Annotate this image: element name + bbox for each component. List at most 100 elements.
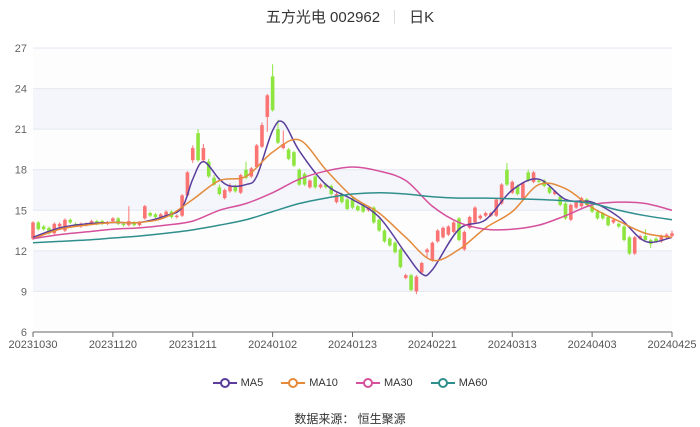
candle-down <box>606 217 610 226</box>
data-source: 数据来源： 恒生聚源 <box>294 412 406 426</box>
candle-down <box>505 169 509 185</box>
candle-down <box>616 223 621 227</box>
x-tick-label: 20231211 <box>169 339 217 351</box>
legend-line-circle-icon <box>355 378 380 388</box>
y-tick-label: 9 <box>21 286 27 298</box>
legend-label: MA30 <box>383 377 413 389</box>
candle-down <box>153 214 158 218</box>
y-tick-label: 18 <box>15 165 27 177</box>
candle-down <box>196 133 200 161</box>
candle-down <box>276 129 280 143</box>
candle-down <box>302 173 307 185</box>
candle-up <box>521 183 525 199</box>
candle-up <box>308 180 312 188</box>
candle-up <box>670 233 674 236</box>
candle-down <box>345 199 349 209</box>
candle-up <box>478 215 483 219</box>
legend-item-ma10[interactable]: MA10 <box>281 377 338 389</box>
legend-item-ma5[interactable]: MA5 <box>212 377 264 389</box>
legend-line-circle-icon <box>281 378 306 388</box>
legend-label: MA60 <box>458 377 488 389</box>
legend: MA5 MA10 MA30 MA60 <box>0 377 700 389</box>
x-tick-label: 20240221 <box>408 339 457 351</box>
candle-up <box>531 172 536 182</box>
candle-down <box>377 219 381 231</box>
y-tick-label: 21 <box>15 124 27 136</box>
candle-up <box>632 237 637 254</box>
y-tick-label: 6 <box>21 327 27 339</box>
x-tick-label: 20240425 <box>648 339 697 351</box>
candle-up <box>425 249 429 253</box>
y-tick-label: 27 <box>15 43 27 55</box>
candle-up <box>143 206 147 219</box>
candle-down <box>148 212 152 216</box>
y-tick-label: 12 <box>15 246 27 258</box>
y-tick-label: 15 <box>15 205 27 217</box>
x-tick-label: 20240403 <box>568 339 617 351</box>
candle-down <box>398 249 403 268</box>
candle-up <box>201 148 206 161</box>
candle-down <box>393 242 397 253</box>
legend-item-ma60[interactable]: MA60 <box>430 377 488 389</box>
candle-down <box>292 152 296 166</box>
grid-band <box>33 48 672 89</box>
candle-down <box>313 176 318 188</box>
candle-down <box>217 187 222 195</box>
candle-up <box>483 212 488 216</box>
x-tick-label: 20231030 <box>9 339 58 351</box>
candle-up <box>414 276 419 292</box>
candle-up <box>611 219 616 223</box>
candle-up <box>57 223 62 227</box>
candle-up <box>419 263 424 273</box>
candle-up <box>174 215 179 218</box>
candle-up <box>265 95 270 117</box>
candle-down <box>387 238 392 246</box>
candle-down <box>595 211 600 219</box>
candle-up <box>430 242 435 261</box>
candle-down <box>643 235 648 241</box>
legend-item-ma30[interactable]: MA30 <box>355 377 413 389</box>
candle-down <box>36 222 41 230</box>
candle-down <box>627 237 632 254</box>
x-tick-label: 20240313 <box>488 339 537 351</box>
candle-down <box>622 226 626 241</box>
candle-down <box>121 223 126 226</box>
candle-up <box>111 218 115 222</box>
legend-label: MA5 <box>240 377 264 389</box>
candlestick-chart: 6 9 12 15 18 21 24 27 20231030 20231120 20231211 20… <box>9 43 697 351</box>
candle-down <box>41 226 46 230</box>
candle-down <box>356 206 360 211</box>
legend-label: MA10 <box>309 377 338 389</box>
y-tick-label: 24 <box>15 84 27 96</box>
x-tick-label: 20231120 <box>89 339 137 351</box>
candle-up <box>451 222 456 232</box>
candle-up <box>574 202 578 208</box>
candle-down <box>382 230 387 242</box>
candle-up <box>260 125 264 147</box>
candle-down <box>297 169 302 185</box>
candle-down <box>537 180 541 182</box>
x-tick-label: 20240123 <box>328 339 377 351</box>
candle-down <box>409 275 413 291</box>
grid-band <box>33 291 672 332</box>
legend-line-circle-icon <box>430 378 455 388</box>
candle-up <box>441 227 445 238</box>
x-tick-label: 20240102 <box>248 339 297 351</box>
candle-up <box>334 194 339 203</box>
candle-down <box>68 219 73 223</box>
candle-down <box>526 172 531 181</box>
candle-up <box>473 207 477 223</box>
candle-up <box>222 190 227 199</box>
candle-up <box>403 275 408 278</box>
candle-up <box>435 230 440 242</box>
candle-up <box>190 148 195 161</box>
legend-line-circle-icon <box>212 378 237 388</box>
candle-down <box>270 76 275 111</box>
candle-up <box>318 184 323 188</box>
candle-up <box>254 145 259 168</box>
grid-band <box>33 88 672 130</box>
candle-up <box>446 226 451 235</box>
grid-band <box>33 250 672 292</box>
candle-down <box>286 149 291 159</box>
grid-band <box>33 129 672 170</box>
